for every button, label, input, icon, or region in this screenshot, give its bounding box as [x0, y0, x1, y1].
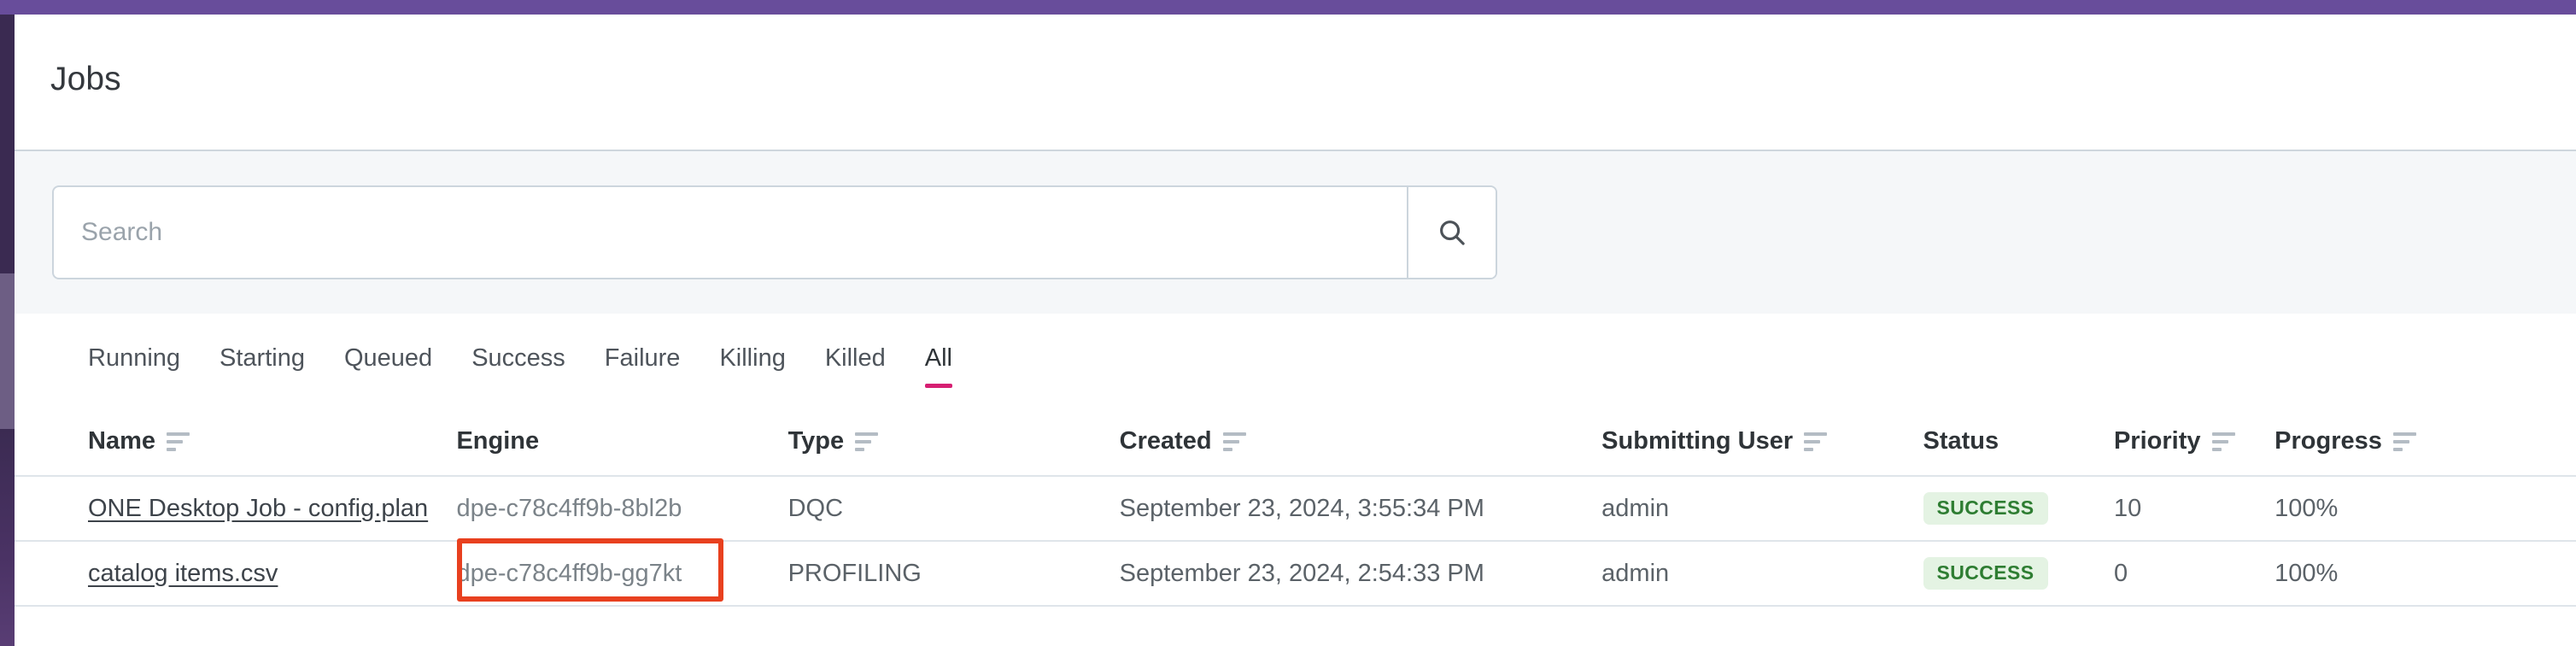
- cell-engine: dpe-c78c4ff9b-8bl2b: [456, 476, 787, 541]
- left-nav-rail[interactable]: [0, 15, 15, 646]
- cell-priority: 10: [2114, 476, 2274, 541]
- tab-queued[interactable]: Queued: [344, 346, 432, 376]
- engine-value: dpe-c78c4ff9b-8bl2b: [456, 495, 682, 522]
- page-title: Jobs: [50, 61, 121, 98]
- job-name-link[interactable]: ONE Desktop Job - config.plan: [88, 495, 428, 522]
- cell-priority: 0: [2114, 541, 2274, 606]
- cell-created: September 23, 2024, 2:54:33 PM: [1120, 541, 1602, 606]
- status-filter-tabs: Running Starting Queued Success Failure …: [15, 314, 992, 408]
- column-header-priority[interactable]: Priority: [2114, 408, 2274, 476]
- sort-icon[interactable]: [167, 432, 190, 451]
- tab-killed[interactable]: Killed: [825, 346, 886, 376]
- cell-progress: 100%: [2274, 476, 2576, 541]
- cell-name: ONE Desktop Job - config.plan: [15, 476, 456, 541]
- table-row[interactable]: ONE Desktop Job - config.plan dpe-c78c4f…: [15, 476, 2576, 541]
- column-header-priority-label: Priority: [2114, 427, 2201, 455]
- cell-engine: dpe-c78c4ff9b-gg7kt: [456, 541, 787, 606]
- search-submit-button[interactable]: [1407, 187, 1496, 278]
- tab-running[interactable]: Running: [88, 346, 180, 376]
- column-header-name[interactable]: Name: [15, 408, 456, 476]
- jobs-content-card: Running Starting Queued Success Failure …: [15, 314, 2576, 646]
- sort-icon[interactable]: [855, 432, 878, 451]
- left-rail-lower-segment: [0, 429, 15, 646]
- jobs-table: Name Engine Type: [15, 408, 2576, 607]
- tab-success[interactable]: Success: [471, 346, 565, 376]
- column-header-progress[interactable]: Progress: [2274, 408, 2576, 476]
- jobs-table-header: Name Engine Type: [15, 408, 2576, 476]
- cell-created: September 23, 2024, 3:55:34 PM: [1120, 476, 1602, 541]
- column-header-type[interactable]: Type: [788, 408, 1120, 476]
- column-header-created-label: Created: [1120, 427, 1212, 455]
- column-header-engine-label: Engine: [456, 427, 539, 455]
- cell-submitting-user: admin: [1601, 541, 1923, 606]
- column-header-submitting-user[interactable]: Submitting User: [1601, 408, 1923, 476]
- sort-icon[interactable]: [1804, 432, 1827, 451]
- jobs-table-body: ONE Desktop Job - config.plan dpe-c78c4f…: [15, 476, 2576, 606]
- cell-status: SUCCESS: [1923, 541, 2114, 606]
- column-header-name-label: Name: [88, 427, 155, 455]
- column-header-status-label: Status: [1923, 427, 1999, 455]
- column-header-engine[interactable]: Engine: [456, 408, 787, 476]
- status-badge: SUCCESS: [1923, 557, 2048, 590]
- tab-starting[interactable]: Starting: [220, 346, 305, 376]
- jobs-page: Jobs Running Starting Queued Success Fai…: [0, 0, 2576, 646]
- cell-status: SUCCESS: [1923, 476, 2114, 541]
- sort-icon[interactable]: [1223, 432, 1246, 451]
- search-icon: [1436, 216, 1468, 249]
- column-header-progress-label: Progress: [2274, 427, 2382, 455]
- cell-name: catalog items.csv: [15, 541, 456, 606]
- column-header-created[interactable]: Created: [1120, 408, 1602, 476]
- table-header-row: Name Engine Type: [15, 408, 2576, 476]
- cell-type: PROFILING: [788, 541, 1120, 606]
- top-accent-bar: [0, 0, 2576, 15]
- tab-failure[interactable]: Failure: [605, 346, 681, 376]
- search-input[interactable]: [54, 187, 1407, 278]
- sort-icon[interactable]: [2212, 432, 2235, 451]
- left-rail-active-segment[interactable]: [0, 273, 15, 429]
- table-row[interactable]: catalog items.csv dpe-c78c4ff9b-gg7kt PR…: [15, 541, 2576, 606]
- search-band: [15, 153, 2576, 314]
- search-box[interactable]: [52, 185, 1497, 279]
- column-header-type-label: Type: [788, 427, 845, 455]
- tab-killing[interactable]: Killing: [719, 346, 785, 376]
- cell-progress: 100%: [2274, 541, 2576, 606]
- cell-type: DQC: [788, 476, 1120, 541]
- engine-value: dpe-c78c4ff9b-gg7kt: [456, 560, 682, 587]
- column-header-submitting-user-label: Submitting User: [1601, 427, 1793, 455]
- page-header: Jobs: [15, 15, 2576, 151]
- status-badge: SUCCESS: [1923, 492, 2048, 525]
- job-name-link[interactable]: catalog items.csv: [88, 560, 278, 587]
- column-header-status[interactable]: Status: [1923, 408, 2114, 476]
- cell-submitting-user: admin: [1601, 476, 1923, 541]
- sort-icon[interactable]: [2393, 432, 2416, 451]
- tab-all[interactable]: All: [925, 346, 952, 376]
